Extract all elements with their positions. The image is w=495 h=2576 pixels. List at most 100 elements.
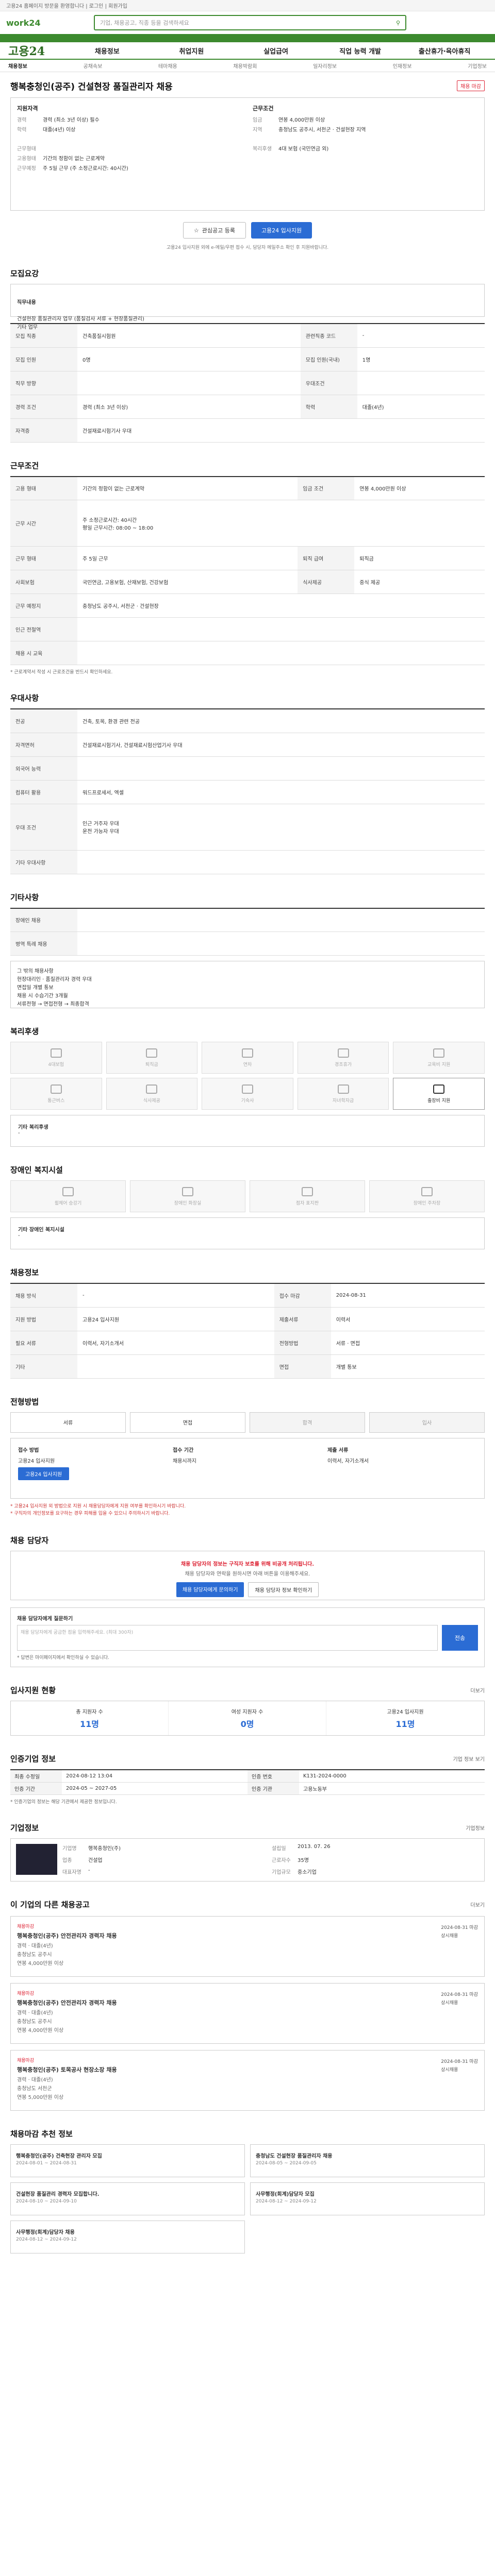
more-link[interactable]: 더보기 xyxy=(470,1686,485,1694)
related-job-card[interactable]: 채용마감 행복충청인(공주) 토목공사 현장소장 채용 경력 · 대졸(4년) … xyxy=(10,2050,485,2111)
welfare-label: 통근버스 xyxy=(47,1098,65,1104)
job-side: 2024-08-31 마감 상시채용 xyxy=(441,1925,478,1939)
facility-item: 장애인 주차장 xyxy=(369,1180,485,1212)
news-title[interactable]: 행복충청인(공주) 건축현장 관리자 모집 xyxy=(16,2151,239,2159)
row-key: 면접 xyxy=(274,1354,331,1379)
contact-manager-button[interactable]: 채용 담당자에게 문의하기 xyxy=(176,1582,244,1598)
job-tag: 채용마감 xyxy=(17,2058,35,2064)
cert-key: 인증 기관 xyxy=(248,1783,299,1795)
row-value xyxy=(77,617,485,641)
job-title[interactable]: 행복충청인(공주) 안전관리자 경력자 채용 xyxy=(17,1931,478,1940)
company-logo xyxy=(16,1844,57,1875)
job-side: 2024-08-31 마감 상시채용 xyxy=(441,1992,478,2006)
row-key: 전형방법 xyxy=(274,1331,331,1355)
subnav-item[interactable]: 인재정보 xyxy=(393,62,412,70)
welfare-label: 출장비 지원 xyxy=(427,1098,451,1104)
news-item[interactable]: 충청남도 건설현장 품질관리자 채용 2024-08-05 ~ 2024-09-0… xyxy=(250,2144,485,2178)
row-key: 제출서류 xyxy=(274,1307,331,1331)
job-title[interactable]: 행복충청인(공주) 토목공사 현장소장 채용 xyxy=(17,2065,478,2074)
more-link[interactable]: 기업 정보 보기 xyxy=(453,1755,485,1762)
row-key: 접수 마감 xyxy=(274,1283,331,1308)
row-key: 채용 시 교육 xyxy=(10,641,77,665)
row-value: 서류 · 면접 xyxy=(331,1331,485,1355)
welfare-etc: 기타 복리후생 - xyxy=(10,1115,485,1147)
row-key: 병역 특례 채용 xyxy=(10,931,77,956)
apply-button[interactable]: 고용24 입사지원 xyxy=(251,222,312,239)
more-link[interactable]: 더보기 xyxy=(470,1901,485,1908)
welfare-item: 4대보험 xyxy=(10,1042,102,1074)
news-title[interactable]: 사무행정(회계)담당자 채용 xyxy=(16,2228,239,2235)
cert-value: 2024-08-12 13:04 xyxy=(66,1773,113,1780)
summary-key: 근무예정 xyxy=(17,166,36,172)
news-title[interactable]: 충청남도 건설현장 품질관리자 채용 xyxy=(256,2151,479,2159)
search-icon[interactable]: ⚲ xyxy=(396,20,400,26)
row-key: 필요 서류 xyxy=(10,1331,77,1355)
cert-info: 최종 수정일 2024-08-12 13:04 인증 번호 K131-2024-00… xyxy=(10,1769,485,1795)
row-value xyxy=(357,371,485,395)
news-title[interactable]: 사무행정(회계)담당자 모집 xyxy=(256,2190,479,2197)
subnav-item[interactable]: 일자리정보 xyxy=(313,62,337,70)
welfare-icon xyxy=(337,1084,349,1094)
job-title[interactable]: 행복충청인(공주) 안전관리자 경력자 채용 xyxy=(17,1998,478,2007)
welfare-label: 기숙사 xyxy=(241,1098,254,1104)
step-item: 서류 xyxy=(10,1412,126,1433)
qa-send-button[interactable]: 전송 xyxy=(442,1625,478,1651)
welfare-icon xyxy=(50,1048,62,1058)
news-item[interactable]: 행복충청인(공주) 건축현장 관리자 모집 2024-08-01 ~ 2024-0… xyxy=(10,2144,245,2178)
manager-info-button[interactable]: 채용 담당자 정보 확인하기 xyxy=(248,1582,319,1598)
welfare-label: 교육비 지원 xyxy=(427,1062,451,1067)
row-key: 근무 형태 xyxy=(10,546,77,570)
cert-key: 인증 번호 xyxy=(248,1770,299,1783)
qa-input[interactable]: 채용 담당자에게 궁금한 점을 입력해주세요. (최대 300자) xyxy=(17,1625,438,1651)
row-value: 주 소정근로시간: 40시간 평일 근무시간: 08:00 ~ 18:00 xyxy=(77,500,485,547)
news-item[interactable]: 사무행정(회계)담당자 모집 2024-08-12 ~ 2024-09-12 xyxy=(250,2182,485,2216)
news-section: 채용마감 추천 정보 행복충청인(공주) 건축현장 관리자 모집 2024-08-… xyxy=(10,2128,485,2254)
row-key: 사회보험 xyxy=(10,570,77,594)
gnb-item-unemployment[interactable]: 실업급여 xyxy=(234,46,318,56)
subnav-item[interactable]: 채용박람회 xyxy=(233,62,257,70)
facility-item: 휠체어 승강기 xyxy=(10,1180,126,1212)
etc-table: 장애인 채용 병역 특례 채용 xyxy=(10,907,485,956)
qual-table: 전공 건축, 토목, 환경 관련 전공 자격면허 건설재료시험기사, 건설재료시험산… xyxy=(10,708,485,874)
welfare-icon xyxy=(146,1084,158,1094)
row-key: 우대 조건 xyxy=(10,804,77,851)
gnb-item-jobs[interactable]: 채용정보 xyxy=(65,46,150,56)
apply-small-button[interactable]: 고용24 입사지원 xyxy=(18,1467,70,1480)
news-item[interactable]: 사무행정(회계)담당자 채용 2024-08-12 ~ 2024-09-12 xyxy=(10,2221,245,2254)
row-value: 2024-08-31 xyxy=(331,1283,485,1308)
gnb-logo[interactable]: 고용24 xyxy=(8,42,65,59)
related-job-card[interactable]: 채용마감 행복충청인(공주) 안전관리자 경력자 채용 경력 · 대졸(4년) … xyxy=(10,1916,485,1977)
gnb-item-training[interactable]: 직업 능력 개발 xyxy=(318,46,403,56)
cert-key: 최종 수정일 xyxy=(10,1770,62,1783)
summary-left-title: 지원자격 xyxy=(17,105,38,112)
qa-note: * 답변은 마이페이지에서 확인하실 수 있습니다. xyxy=(17,1655,109,1661)
news-date: 2024-08-01 ~ 2024-08-31 xyxy=(16,2161,77,2166)
row-value: 1명 xyxy=(357,347,485,371)
subnav-item[interactable]: 공채속보 xyxy=(83,62,102,70)
subnav-item[interactable]: 기업정보 xyxy=(468,62,487,70)
related-job-card[interactable]: 채용마감 행복충청인(공주) 안전관리자 경력자 채용 경력 · 대졸(4년) … xyxy=(10,1983,485,2044)
news-item[interactable]: 건설현장 품질관리 경력자 모집합니다. 2024-08-10 ~ 2024-09… xyxy=(10,2182,245,2216)
welfare-section: 복리후생 4대보험 퇴직금 연차 경조휴가 교육비 지원 통근버스 식사제공 기… xyxy=(10,1026,485,1147)
section-title: 우대사항 xyxy=(10,693,39,703)
subnav-item[interactable]: 채용정보 xyxy=(8,62,27,70)
section-title: 기타사항 xyxy=(10,892,39,902)
news-title[interactable]: 건설현장 품질관리 경력자 모집합니다. xyxy=(16,2190,239,2197)
gnb-item-support[interactable]: 취업지원 xyxy=(150,46,234,56)
status-badge: 채용 마감 xyxy=(457,80,485,91)
search-input[interactable]: 기업, 채용공고, 직종 등을 검색하세요 ⚲ xyxy=(94,15,406,30)
gnb-item-leave[interactable]: 출산휴가·육아휴직 xyxy=(402,46,487,56)
subnav-item[interactable]: 테마채용 xyxy=(158,62,177,70)
duty-box: 직무내용 건설현장 품질관리자 업무 (품질검사 서류 + 현장품질관리) 기타… xyxy=(10,284,485,330)
row-key: 모집 인원 xyxy=(10,347,77,371)
disabled-section: 장애인 복지시설 휠체어 승강기 장애인 화장실 점자 표지판 장애인 주차장 … xyxy=(10,1164,485,1249)
interest-button[interactable]: ☆ 관심공고 등록 xyxy=(183,222,246,239)
site-logo[interactable]: work24 xyxy=(6,18,63,28)
top-utility-bar: 고용24 홈페이지 방문을 환영합니다 | 로그인 | 회원가입 xyxy=(0,0,495,11)
row-value: 건설재료시험기사 우대 xyxy=(77,418,485,443)
summary-key: 복리후생 xyxy=(253,146,272,152)
row-value: 기간의 정함이 없는 근로계약 xyxy=(77,476,298,500)
manager-box: 채용 담당자의 정보는 구직자 보호를 위해 비공개 처리됩니다. 채용 담당자… xyxy=(10,1551,485,1601)
more-link[interactable]: 기업정보 xyxy=(466,1824,485,1832)
step-item: 합격 xyxy=(250,1412,365,1433)
